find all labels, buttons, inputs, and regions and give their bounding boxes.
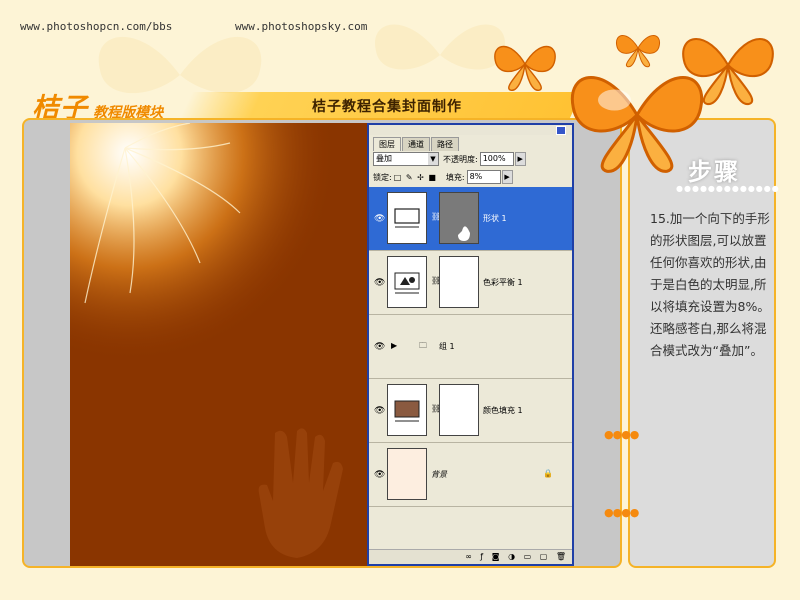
layer-style-icon[interactable]: ƒ (480, 552, 483, 561)
layer-name: 背景 (431, 470, 447, 479)
layer-mask-thumb (439, 192, 479, 244)
eye-icon[interactable]: 👁 (374, 214, 385, 224)
light-burst-image (70, 123, 367, 423)
tab-channels[interactable]: 通道 (402, 137, 430, 151)
url-right[interactable]: www.photoshopsky.com (235, 20, 367, 33)
opacity-arrow-icon[interactable]: ▶ (514, 152, 526, 166)
fill-input[interactable]: 8% (466, 170, 501, 184)
panel-tabs: 图层 通道 路径 (373, 137, 460, 151)
hand-shape-icon (258, 428, 343, 558)
eye-icon[interactable]: 👁 (374, 278, 385, 288)
layer-thumb (387, 192, 427, 244)
new-layer-icon[interactable]: ▢ (540, 552, 548, 561)
layer-name: 色彩平衡 1 (483, 278, 523, 287)
layer-name: 组 1 (439, 342, 455, 351)
layer-thumb (387, 448, 427, 500)
layer-row-color-balance[interactable]: 👁 ⛓ 色彩平衡 1 (369, 251, 572, 315)
layers-panel: 图层 通道 路径 叠加 ▼ 不透明度: 100% ▶ 锁定: □ ✎ ✢ ■ 填… (367, 123, 574, 566)
ps-canvas (70, 123, 367, 566)
lock-transparency-icon[interactable]: □ (394, 173, 402, 182)
layer-name: 形状 1 (483, 214, 507, 223)
eye-icon[interactable]: 👁 (374, 342, 385, 352)
lock-icon: 🔒 (543, 469, 553, 478)
blend-row: 叠加 ▼ 不透明度: 100% ▶ (373, 152, 526, 166)
decorative-dots-icon: ●●●● (604, 506, 639, 519)
lock-label: 锁定: (373, 172, 392, 182)
layer-row-shape[interactable]: 👁 ⛓ 形状 1 (369, 187, 572, 251)
new-group-icon[interactable]: ▭ (524, 552, 532, 561)
link-layers-icon[interactable]: ∞ (465, 552, 472, 561)
add-mask-icon[interactable]: ◙ (492, 552, 500, 561)
blend-mode-value: 叠加 (376, 154, 392, 163)
opacity-input[interactable]: 100% (479, 152, 514, 166)
trash-icon[interactable]: 🗑 (556, 552, 566, 561)
layer-thumb (387, 256, 427, 308)
fill-label: 填充: (445, 172, 465, 182)
lock-all-icon[interactable]: ■ (428, 173, 436, 182)
eye-icon[interactable]: 👁 (374, 470, 385, 480)
step-description: 15.加一个向下的手形的形状图层,可以放置任何你喜欢的形状,由于是白色的太明显,… (650, 211, 770, 358)
lock-row: 锁定: □ ✎ ✢ ■ 填充: 8% ▶ (373, 170, 513, 184)
eye-icon[interactable]: 👁 (374, 406, 385, 416)
folder-icon: 🗀 (419, 341, 427, 350)
panel-titlebar (369, 125, 572, 135)
layer-row-group[interactable]: 👁 ▶ 🗀 组 1 (369, 315, 572, 379)
lock-icons: □ ✎ ✢ ■ (392, 173, 436, 182)
site-urls: www.photoshopcn.com/bbs www.photoshopsky… (20, 20, 423, 33)
layer-mask-thumb (439, 256, 479, 308)
layer-mask-thumb (439, 384, 479, 436)
decorative-dots-icon: ●●●● (604, 428, 639, 441)
large-butterfly-icon (570, 76, 704, 173)
fill-arrow-icon[interactable]: ▶ (501, 170, 513, 184)
step-dots: ●●●●●●●●●●●●● (676, 184, 780, 193)
bottom-bar (0, 568, 800, 600)
chevron-down-icon: ▼ (428, 153, 438, 165)
blend-mode-select[interactable]: 叠加 ▼ (373, 152, 439, 166)
tab-paths[interactable]: 路径 (431, 137, 459, 151)
layer-row-color-fill[interactable]: 👁 ⛓ 颜色填充 1 (369, 379, 572, 443)
opacity-label: 不透明度: (443, 154, 478, 164)
page-title: 桔子教程合集封面制作 (312, 99, 462, 115)
lock-brush-icon[interactable]: ✎ (406, 173, 413, 182)
butterfly-icon (494, 45, 556, 91)
url-left[interactable]: www.photoshopcn.com/bbs (20, 20, 172, 33)
lock-move-icon[interactable]: ✢ (417, 173, 424, 182)
layer-row-background[interactable]: 👁 背景 🔒 (369, 443, 572, 507)
expand-triangle-icon[interactable]: ▶ (391, 341, 397, 350)
layer-name: 颜色填充 1 (483, 406, 523, 415)
layer-thumb (387, 384, 427, 436)
tab-layers[interactable]: 图层 (373, 137, 401, 151)
adjustment-layer-icon[interactable]: ◑ (508, 552, 515, 561)
panel-bottom-toolbar: ∞ ƒ ◙ ◑ ▭ ▢ 🗑 (369, 549, 572, 564)
